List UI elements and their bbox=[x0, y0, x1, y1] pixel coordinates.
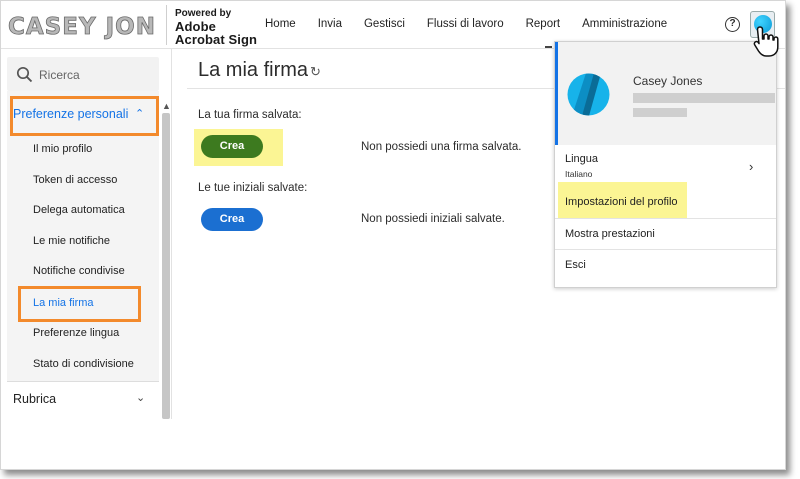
chevron-right-icon[interactable]: › bbox=[749, 159, 753, 174]
menu-divider bbox=[555, 249, 776, 250]
sidebar-item-sharing-status[interactable]: Stato di condivisione bbox=[33, 358, 134, 370]
signature-label: La tua firma salvata: bbox=[198, 109, 302, 121]
highlight-box-section bbox=[10, 96, 159, 136]
svg-text:CASEY JONES: CASEY JONES bbox=[8, 14, 156, 40]
sidebar-item-shared-notifications[interactable]: Notifiche condivise bbox=[33, 265, 125, 277]
nav-report[interactable]: Report bbox=[526, 18, 561, 30]
create-initials-button[interactable]: Crea bbox=[201, 208, 263, 231]
main-nav: Home Invia Gestisci Flussi di lavoro Rep… bbox=[265, 18, 689, 30]
brand-logo[interactable]: CASEY JONES bbox=[6, 7, 156, 43]
sidebar-divider bbox=[7, 381, 159, 382]
nav-gestisci[interactable]: Gestisci bbox=[364, 18, 405, 30]
sidebar-item-language-preferences[interactable]: Preferenze lingua bbox=[33, 327, 119, 339]
nav-flussi-di-lavoro[interactable]: Flussi di lavoro bbox=[427, 18, 504, 30]
nav-amministrazione[interactable]: Amministrazione bbox=[582, 18, 667, 30]
chevron-down-icon[interactable]: ⌄ bbox=[136, 391, 145, 404]
sidebar-item-my-profile[interactable]: Il mio profilo bbox=[33, 143, 92, 155]
create-signature-button[interactable]: Crea bbox=[201, 135, 263, 158]
signature-message: Non possiedi una firma salvata. bbox=[361, 141, 522, 153]
profile-header: Casey Jones bbox=[555, 42, 776, 145]
nav-home[interactable]: Home bbox=[265, 18, 296, 30]
scrollbar-thumb[interactable] bbox=[162, 113, 170, 419]
language-value: Italiano bbox=[565, 169, 593, 179]
app-window: CASEY JONES Powered by Adobe Acrobat Sig… bbox=[0, 0, 786, 470]
profile-dropdown: Casey Jones Lingua Italiano › Impostazio… bbox=[554, 41, 777, 288]
nav-invia[interactable]: Invia bbox=[318, 18, 342, 30]
search-icon bbox=[16, 66, 33, 83]
highlight-box-my-signature bbox=[18, 286, 141, 322]
page-title: La mia firma bbox=[198, 59, 309, 81]
search-placeholder: Ricerca bbox=[39, 68, 80, 82]
search-input[interactable]: Ricerca bbox=[7, 57, 159, 91]
product-name-line2: Acrobat Sign bbox=[175, 32, 258, 47]
sidebar-item-auto-delegation[interactable]: Delega automatica bbox=[33, 204, 125, 216]
sidebar-section-address-book[interactable]: Rubrica bbox=[13, 392, 56, 406]
profile-user-name: Casey Jones bbox=[633, 74, 703, 88]
nav-active-indicator bbox=[545, 46, 552, 48]
question-circle-icon[interactable]: ? bbox=[725, 17, 740, 32]
refresh-icon[interactable]: ↻ bbox=[310, 64, 321, 80]
redacted-email bbox=[633, 93, 775, 103]
show-performance-item[interactable]: Mostra prestazioni bbox=[565, 228, 655, 240]
brand-separator bbox=[166, 5, 167, 45]
menu-divider bbox=[555, 218, 776, 219]
language-label[interactable]: Lingua bbox=[565, 153, 598, 165]
profile-avatar-icon bbox=[567, 73, 610, 116]
hand-pointer-cursor-icon bbox=[753, 26, 779, 57]
initials-message: Non possiedi iniziali salvate. bbox=[361, 213, 505, 225]
sidebar-item-access-tokens[interactable]: Token di accesso bbox=[33, 174, 117, 186]
sidebar-item-my-notifications[interactable]: Le mie notifiche bbox=[33, 235, 110, 247]
logout-item[interactable]: Esci bbox=[565, 259, 586, 271]
initials-label: Le tue iniziali salvate: bbox=[198, 182, 308, 194]
scroll-up-arrow-icon[interactable]: ▲ bbox=[162, 101, 171, 111]
product-brand: Powered by Adobe Acrobat Sign bbox=[175, 7, 257, 46]
profile-settings-item[interactable]: Impostazioni del profilo bbox=[565, 196, 678, 208]
redacted-detail bbox=[633, 108, 687, 117]
